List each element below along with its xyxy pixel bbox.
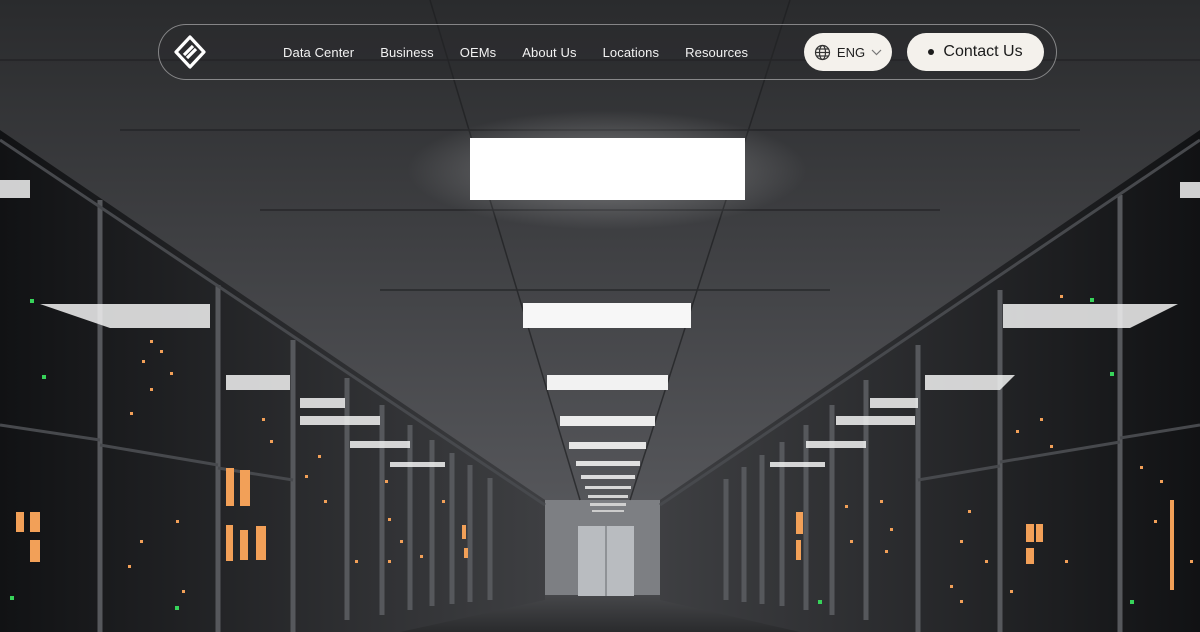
language-label: ENG <box>836 44 866 60</box>
bullet-dot-icon <box>928 49 935 55</box>
chevron-down-icon <box>871 49 882 55</box>
globe-icon <box>814 44 831 60</box>
nav-link-data-center[interactable]: Data Center <box>283 45 354 60</box>
primary-nav-links: Data Center Business OEMs About Us Locat… <box>283 25 774 79</box>
nav-link-oems[interactable]: OEMs <box>460 45 497 60</box>
server-corridor-illustration <box>0 0 1200 632</box>
nav-link-business[interactable]: Business <box>380 45 434 60</box>
contact-us-button[interactable]: Contact Us <box>907 33 1044 71</box>
language-selector-button[interactable]: ENG <box>804 33 892 71</box>
top-navigation-bar: Data Center Business OEMs About Us Locat… <box>158 24 1057 80</box>
nav-link-resources[interactable]: Resources <box>685 45 748 60</box>
nav-link-locations[interactable]: Locations <box>603 45 660 60</box>
nav-link-about-us[interactable]: About Us <box>522 45 576 60</box>
hero-background-image <box>0 0 1200 632</box>
contact-us-label: Contact Us <box>943 43 1023 60</box>
brand-logo-icon[interactable] <box>173 35 207 69</box>
